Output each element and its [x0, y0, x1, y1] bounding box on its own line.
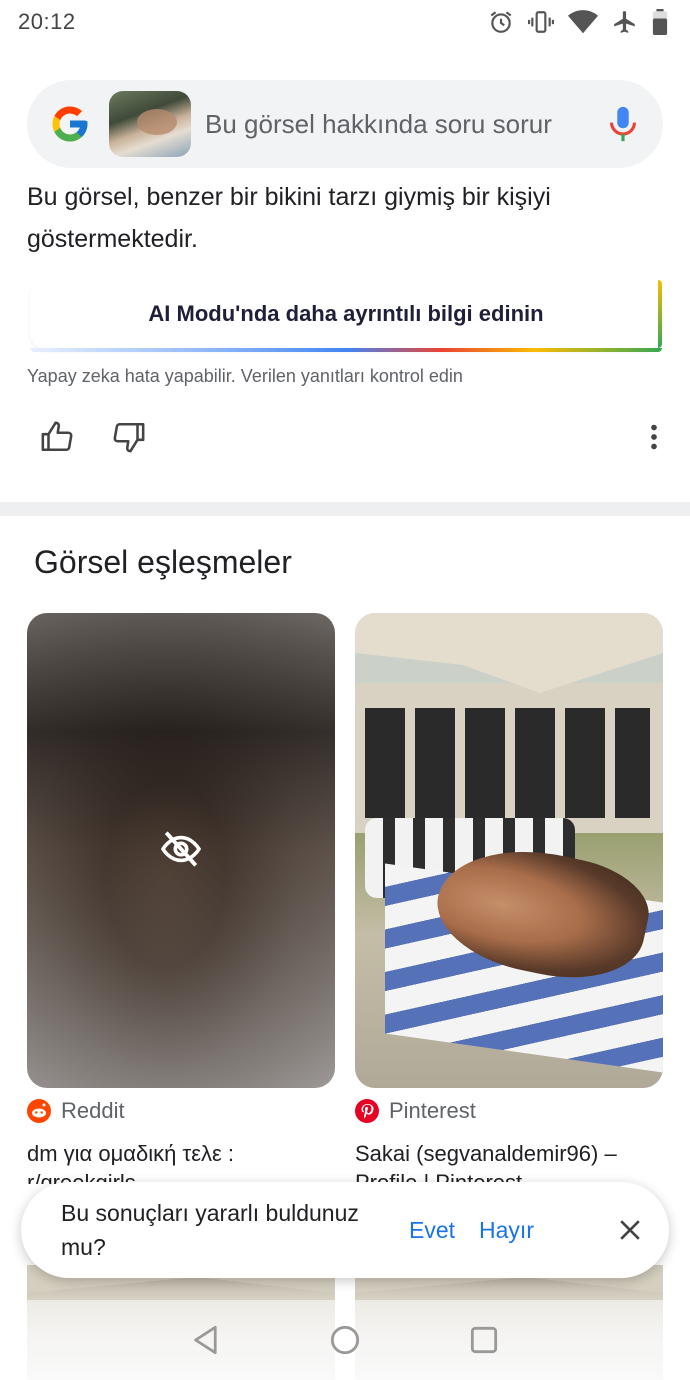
thumbs-up-icon[interactable]	[40, 420, 74, 454]
source-name: Pinterest	[389, 1098, 476, 1123]
ai-disclaimer: Yapay zeka hata yapabilir. Verilen yanıt…	[27, 366, 463, 386]
feedback-toast: Bu sonuçları yararlı buldunuz mu? Evet H…	[21, 1182, 669, 1278]
image-windows	[365, 708, 650, 818]
search-bar[interactable]: Bu görsel hakkında soru sorur	[27, 80, 663, 168]
recents-icon[interactable]	[470, 1326, 498, 1354]
back-icon[interactable]	[192, 1325, 220, 1355]
airplane-icon	[614, 11, 635, 33]
ai-mode-button[interactable]: AI Modu'nda daha ayrıntılı bilgi edinin	[30, 278, 662, 352]
result-source: Pinterest	[355, 1098, 663, 1123]
wifi-icon	[568, 10, 598, 34]
vibrate-icon	[528, 11, 554, 33]
more-options-icon[interactable]	[650, 424, 658, 450]
source-name: Reddit	[61, 1098, 125, 1123]
home-icon[interactable]	[330, 1325, 360, 1355]
query-image-thumbnail[interactable]	[109, 91, 191, 157]
toast-question: Bu sonuçları yararlı buldunuz mu?	[61, 1200, 359, 1260]
result-card[interactable]: Reddit dm για ομαδική τελε : r/greekgirl…	[27, 613, 335, 1184]
ai-answer-text: Bu görsel, benzer bir bikini tarzı giymi…	[27, 183, 551, 253]
image-umbrella	[355, 613, 663, 693]
feedback-row	[40, 418, 670, 462]
mic-icon[interactable]	[605, 104, 641, 144]
thumbs-down-icon[interactable]	[112, 420, 146, 454]
result-title[interactable]: dm για ομαδική τελε :	[27, 1138, 335, 1168]
visibility-off-icon[interactable]	[161, 831, 201, 867]
status-bar: 20:12	[0, 0, 690, 44]
result-card[interactable]: Pinterest Sakai (segvanaldemir96) – Prof…	[355, 613, 663, 1184]
ai-mode-button-label: AI Modu'nda daha ayrıntılı bilgi edinin	[148, 301, 544, 326]
reddit-icon	[27, 1099, 51, 1123]
pinterest-icon	[355, 1099, 379, 1123]
toast-yes-button[interactable]: Evet	[409, 1217, 455, 1244]
alarm-icon	[490, 11, 512, 33]
search-input[interactable]: Bu görsel hakkında soru sorur	[205, 109, 605, 140]
section-title: Görsel eşleşmeler	[34, 544, 292, 580]
system-nav-bar	[0, 1300, 690, 1380]
result-image[interactable]	[355, 613, 663, 1088]
status-time: 20:12	[18, 9, 76, 34]
blurred-result-image[interactable]	[27, 613, 335, 1088]
result-source: Reddit	[27, 1098, 335, 1123]
battery-icon	[652, 9, 668, 35]
result-title[interactable]: Sakai (segvanaldemir96) –	[355, 1138, 663, 1168]
status-icons	[488, 9, 668, 35]
section-divider	[0, 502, 690, 516]
google-g-logo	[52, 106, 88, 142]
close-icon[interactable]	[619, 1219, 641, 1241]
toast-no-button[interactable]: Hayır	[479, 1217, 534, 1244]
